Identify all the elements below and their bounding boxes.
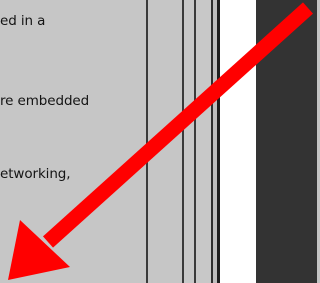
text-line-3: etworking,	[0, 166, 71, 182]
gutter-strip	[184, 0, 194, 283]
gutter-panel	[148, 0, 182, 283]
text-line-1: ed in a	[0, 13, 46, 29]
dark-background-panel	[256, 0, 317, 283]
white-panel	[220, 0, 256, 283]
frame-strip	[196, 0, 211, 283]
document-text-pane: ed in a re embedded etworking,	[0, 0, 148, 283]
text-line-2: re embedded	[0, 93, 90, 109]
